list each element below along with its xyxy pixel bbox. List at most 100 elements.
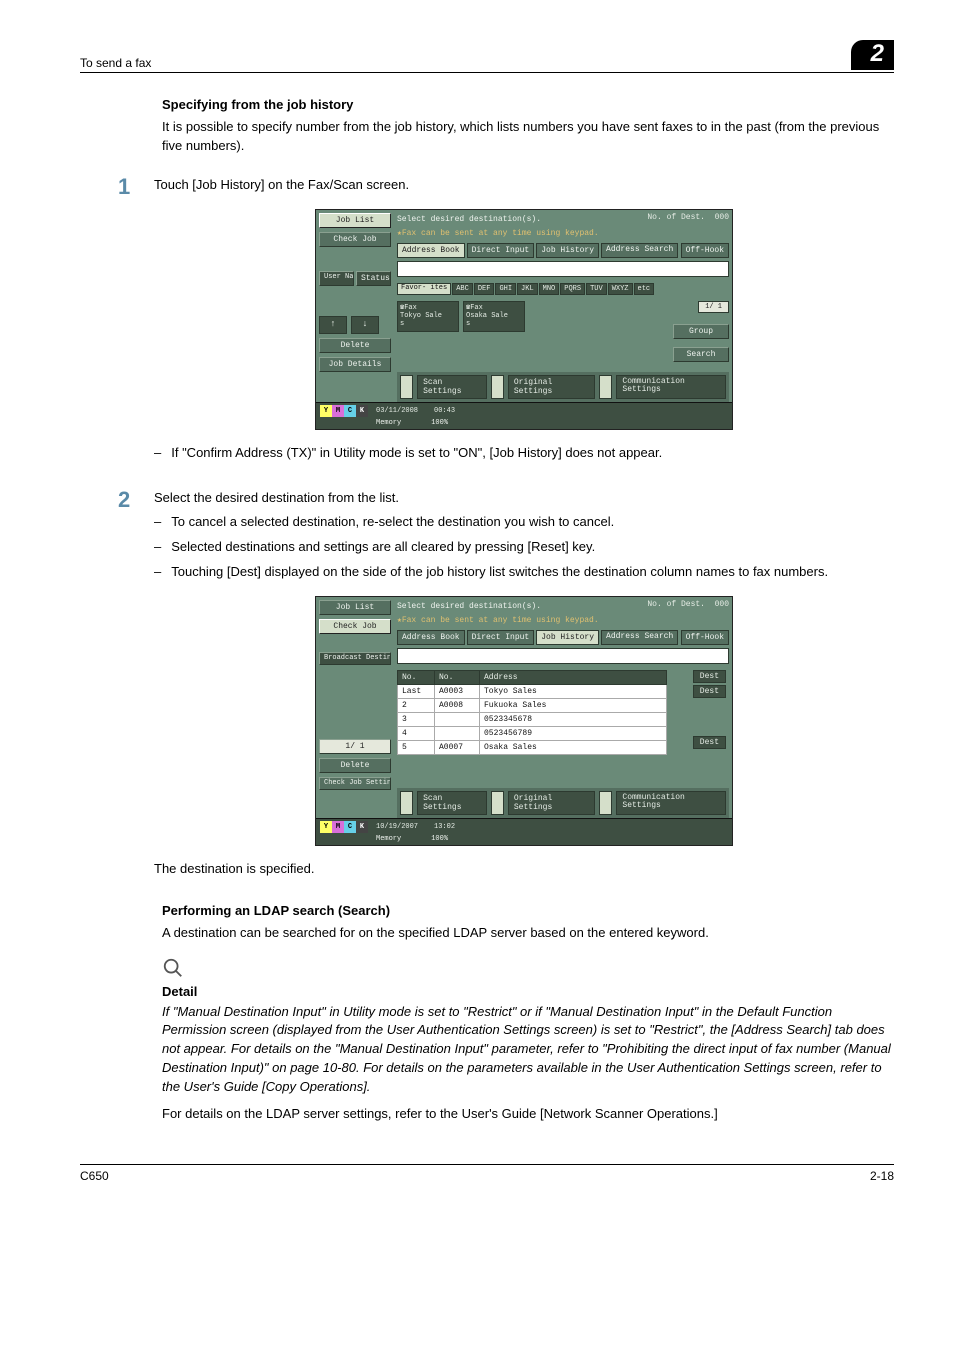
dest-card[interactable]: ☎FaxOsaka Sales [463, 301, 525, 332]
tab-direct-input[interactable]: Direct Input [467, 630, 535, 645]
input-strip[interactable] [397, 261, 729, 277]
footer-date: 10/19/2007 [376, 823, 418, 831]
section-title-job-history: Specifying from the job history [162, 97, 894, 112]
scan-icon [400, 375, 413, 399]
original-settings-button[interactable]: Original Settings [508, 375, 595, 399]
filter-mno[interactable]: MNO [539, 283, 560, 295]
check-job-button[interactable]: Check Job [319, 619, 391, 634]
tab-direct-input[interactable]: Direct Input [467, 243, 535, 258]
dest-toggle-button[interactable]: Dest [693, 670, 726, 683]
toner-k-icon: K [356, 405, 368, 417]
scan-settings-button[interactable]: Scan Settings [417, 791, 487, 815]
communication-settings-button[interactable]: Communication Settings [616, 375, 726, 399]
tab-address-search[interactable]: Address Search [601, 243, 678, 258]
toner-levels: Y M C K [320, 405, 368, 417]
user-name-tab[interactable]: User Name [319, 271, 354, 286]
detail-text: If "Manual Destination Input" in Utility… [162, 1003, 894, 1097]
group-button[interactable]: Group [673, 324, 729, 339]
tab-job-history[interactable]: Job History [536, 630, 599, 645]
filter-def[interactable]: DEF [474, 283, 495, 295]
step-number: 1 [118, 174, 154, 200]
footer-left: C650 [80, 1169, 109, 1183]
fax-screen-job-history: Job List Check Job Broadcast Destination… [315, 596, 733, 846]
page-header: To send a fax 2 [80, 40, 894, 73]
footer-date: 03/11/2008 [376, 407, 418, 415]
filter-etc[interactable]: etc [634, 283, 655, 295]
dest-toggle-button[interactable]: Dest [693, 736, 726, 749]
filter-jkl[interactable]: JKL [517, 283, 538, 295]
dest-toggle-button[interactable]: Dest [693, 685, 726, 698]
footer-right: 2-18 [870, 1169, 894, 1183]
table-row[interactable]: 2A0008Fukuoka Sales [398, 698, 667, 712]
step-text: Select the desired destination from the … [154, 489, 894, 508]
page-indicator: 1/ 1 [698, 301, 729, 313]
table-row[interactable]: 5A0007Osaka Sales [398, 740, 667, 754]
tab-address-book[interactable]: Address Book [397, 630, 465, 645]
footer-time: 00:43 [434, 407, 455, 415]
scan-icon [400, 791, 413, 815]
toner-c-icon: C [344, 821, 356, 833]
fax-screen-address-book: Job List Check Job User Name Status ↑ ↓ [315, 209, 733, 430]
input-strip[interactable] [397, 648, 729, 664]
scan-settings-button[interactable]: Scan Settings [417, 375, 487, 399]
status-footer: Y M C K 03/11/2008 00:43 [316, 402, 732, 419]
delete-button[interactable]: Delete [319, 758, 391, 773]
section-intro: It is possible to specify number from th… [162, 118, 894, 156]
dest-card[interactable]: ☎FaxTokyo Sales [397, 301, 459, 332]
status-footer: Y M C K 10/19/2007 13:02 [316, 818, 732, 835]
check-job-button[interactable]: Check Job [319, 232, 391, 247]
toner-k-icon: K [356, 821, 368, 833]
main-tabs: Address Book Direct Input Job History Ad… [397, 243, 729, 258]
dest-count: No. of Dest. 000 [647, 600, 729, 609]
header-left: To send a fax [80, 56, 151, 70]
page-indicator: 1/ 1 [319, 739, 391, 754]
step-number: 2 [118, 487, 154, 513]
bottom-toolbar: Scan Settings Original Settings Communic… [397, 372, 729, 402]
hint-message: ★Fax can be sent at any time using keypa… [397, 613, 729, 627]
arrow-up-icon[interactable]: ↑ [319, 316, 347, 334]
step-text: Touch [Job History] on the Fax/Scan scre… [154, 176, 894, 195]
search-button[interactable]: Search [673, 347, 729, 362]
original-settings-button[interactable]: Original Settings [508, 791, 595, 815]
tab-address-search[interactable]: Address Search [601, 630, 678, 645]
comm-icon [599, 791, 612, 815]
bullet: To cancel a selected destination, re-sel… [174, 513, 894, 532]
footer-memory-label: Memory [376, 419, 401, 427]
communication-settings-button[interactable]: Communication Settings [616, 791, 726, 815]
footer-memory-pct: 100% [431, 419, 448, 427]
check-job-settings-button[interactable]: Check Job Settings [319, 777, 391, 790]
filter-favorites[interactable]: Favor- ites [397, 283, 451, 295]
section-intro: A destination can be searched for on the… [162, 924, 894, 943]
tab-address-book[interactable]: Address Book [397, 243, 465, 258]
hint-message: ★Fax can be sent at any time using keypa… [397, 226, 729, 240]
filter-pqrs[interactable]: PQRS [560, 283, 585, 295]
magnifier-icon [162, 957, 894, 986]
table-row[interactable]: LastA0003Tokyo Sales [398, 684, 667, 698]
col-header: No. [435, 670, 480, 684]
job-details-button[interactable]: Job Details [319, 357, 391, 372]
status-tab[interactable]: Status [356, 271, 391, 286]
detail-label: Detail [162, 984, 894, 999]
table-row[interactable]: 30523345678 [398, 712, 667, 726]
filter-abc[interactable]: ABC [452, 283, 473, 295]
tab-job-history[interactable]: Job History [536, 243, 599, 258]
filter-wxyz[interactable]: WXYZ [608, 283, 633, 295]
toner-m-icon: M [332, 821, 344, 833]
toner-y-icon: Y [320, 821, 332, 833]
toner-m-icon: M [332, 405, 344, 417]
filter-tuv[interactable]: TUV [586, 283, 607, 295]
filter-ghi[interactable]: GHI [495, 283, 516, 295]
original-icon [491, 375, 504, 399]
tab-off-hook[interactable]: Off-Hook [681, 243, 729, 258]
job-list-button[interactable]: Job List [319, 600, 391, 615]
note: If "Confirm Address (TX)" in Utility mod… [174, 444, 894, 463]
broadcast-dest-label: Broadcast Destinations [319, 652, 391, 665]
delete-button[interactable]: Delete [319, 338, 391, 353]
main-tabs: Address Book Direct Input Job History Ad… [397, 630, 729, 645]
job-list-button[interactable]: Job List [319, 213, 391, 228]
table-row[interactable]: 40523456789 [398, 726, 667, 740]
arrow-row: ↑ ↓ [319, 316, 391, 334]
tab-off-hook[interactable]: Off-Hook [681, 630, 729, 645]
arrow-down-icon[interactable]: ↓ [351, 316, 379, 334]
page-footer: C650 2-18 [80, 1164, 894, 1183]
